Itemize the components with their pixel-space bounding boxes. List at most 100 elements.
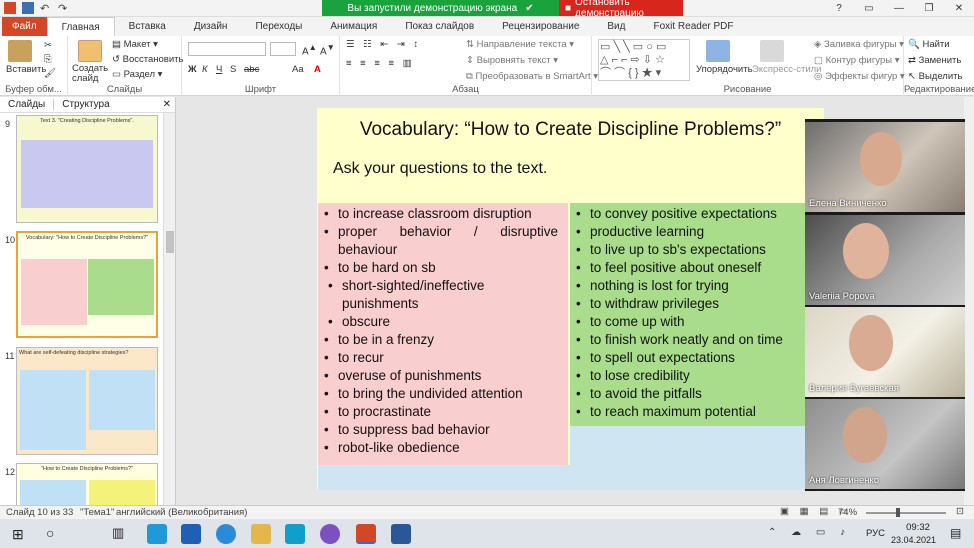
tab-insert[interactable]: Вставка xyxy=(115,17,180,36)
change-case-button[interactable]: Aa xyxy=(292,64,304,75)
skype-icon[interactable] xyxy=(147,524,167,544)
slide-thumbnail-9[interactable]: Text 3. "Creating Discipline Problems". xyxy=(16,115,158,223)
tray-icons[interactable]: ⌃ ☁ ▭ ♪ xyxy=(768,527,851,538)
help-icon[interactable]: ? xyxy=(824,0,854,17)
arrange-button[interactable]: Упорядочить xyxy=(696,64,753,75)
participant-tile[interactable]: Елена Виниченко xyxy=(805,122,965,212)
tab-file[interactable]: Файл xyxy=(2,17,47,36)
close-pane-icon[interactable]: ✕ xyxy=(155,99,175,110)
close-icon[interactable]: ✕ xyxy=(944,0,974,17)
slide-thumbnail-12[interactable]: "How to Create Discipline Problems?" xyxy=(16,463,158,505)
word-icon[interactable] xyxy=(391,524,411,544)
scrollbar-thumb[interactable] xyxy=(166,231,174,253)
current-slide[interactable]: Vocabulary: “How to Create Discipline Pr… xyxy=(317,108,824,490)
save-icon[interactable] xyxy=(22,2,34,14)
zoom-app-icon[interactable] xyxy=(181,524,201,544)
clock[interactable]: 09:32 xyxy=(900,522,936,533)
mail-icon[interactable] xyxy=(285,524,305,544)
clock-date: 23.04.2021 xyxy=(891,535,937,545)
layout-button[interactable]: ▤ Макет ▾ xyxy=(112,39,158,50)
input-language[interactable]: РУС xyxy=(866,528,885,539)
edge-icon[interactable] xyxy=(216,524,236,544)
minimize-icon[interactable]: — xyxy=(884,0,914,17)
search-icon[interactable]: ○ xyxy=(46,525,54,541)
zoom-level[interactable]: 74% xyxy=(838,507,857,518)
shadow-button[interactable]: S xyxy=(230,64,236,75)
select-button[interactable]: ↖ Выделить xyxy=(908,71,962,82)
italic-button[interactable]: К xyxy=(202,64,208,75)
ribbon: Вставить ✂ ⎘ 🖌 Буфер обм... Создать слай… xyxy=(0,36,974,96)
language-status[interactable]: английский (Великобритания) xyxy=(116,507,247,518)
restore-icon[interactable]: ❐ xyxy=(914,0,944,17)
tab-view[interactable]: Вид xyxy=(593,17,639,36)
new-slide-icon[interactable] xyxy=(78,40,102,62)
copy-icon[interactable]: ⎘ xyxy=(44,54,52,65)
new-slide-button[interactable]: Создать слайд xyxy=(72,64,108,84)
list-item-text: to suppress bad behavior xyxy=(338,422,490,437)
participant-tile[interactable]: Valeriia Popova xyxy=(805,215,965,305)
strikethrough-button[interactable]: abc xyxy=(244,64,259,75)
quick-styles-icon[interactable] xyxy=(760,40,784,62)
notification-icon[interactable]: ▤ xyxy=(950,526,961,540)
shapes-gallery[interactable]: ▭ ╲ ╲ ▭ ○ ▭ △ ⌐ ⌐ ⇨ ⇩ ☆ ⌒ ⌒ { } ★ ▾ xyxy=(598,39,690,81)
section-button[interactable]: ▭ Раздел ▾ xyxy=(112,69,162,80)
slide-subtitle[interactable]: Ask your questions to the text. xyxy=(333,160,547,178)
align-text-button[interactable]: ⇕ Выровнять текст ▾ xyxy=(466,55,558,66)
font-family-select[interactable] xyxy=(188,42,266,56)
left-vocab-list[interactable]: • to increase classroom disruption • prope… xyxy=(318,203,568,465)
zoom-slider-thumb[interactable] xyxy=(896,508,900,517)
tab-home[interactable]: Главная xyxy=(46,17,115,36)
shrink-font-icon[interactable]: A▼ xyxy=(320,42,335,57)
tab-review[interactable]: Рецензирование xyxy=(488,17,593,36)
replace-button[interactable]: ⇄ Заменить xyxy=(908,55,961,66)
tab-transitions[interactable]: Переходы xyxy=(241,17,316,36)
slide-thumbnail-10[interactable]: Vocabulary: "How to Create Discipline Pr… xyxy=(16,231,158,338)
participant-tile[interactable]: Аня Ловгиненко xyxy=(805,399,965,489)
find-button[interactable]: 🔍 Найти xyxy=(908,39,950,50)
tab-animation[interactable]: Анимация xyxy=(316,17,391,36)
windows-start-icon[interactable]: ⊞ xyxy=(12,526,24,543)
thumb-left-col xyxy=(20,480,86,505)
thumbnails-scrollbar[interactable] xyxy=(163,113,175,505)
format-painter-icon[interactable]: 🖌 xyxy=(44,68,56,79)
fit-slide-icon[interactable]: ⊡ xyxy=(956,506,964,517)
zoom-slider[interactable] xyxy=(866,512,946,514)
align-buttons-icon[interactable]: ≡ ≡ ≡ ≡ ▥ xyxy=(346,58,415,69)
right-vocab-list[interactable]: • to convey positive expectations • produc… xyxy=(570,203,824,426)
slide-thumbnail-11[interactable]: What are self-defeating discipline strat… xyxy=(16,347,158,455)
slide-title[interactable]: Vocabulary: “How to Create Discipline Pr… xyxy=(317,119,824,141)
list-buttons-icon[interactable]: ☰ ☷ ⇤ ⇥ ↕ xyxy=(346,39,421,50)
tab-slides-pane[interactable]: Слайды xyxy=(0,99,55,110)
text-direction-button[interactable]: ⇅ Направление текста ▾ xyxy=(466,39,574,50)
shape-outline-button[interactable]: ▢ Контур фигуры ▾ xyxy=(814,55,899,66)
powerpoint-taskbar-icon[interactable] xyxy=(356,524,376,544)
undo-icon[interactable]: ↶ xyxy=(40,2,52,15)
reset-button[interactable]: ↺ Восстановить xyxy=(112,54,183,65)
underline-button[interactable]: Ч xyxy=(216,64,222,75)
shape-fill-button[interactable]: ◈ Заливка фигуры ▾ xyxy=(814,39,904,50)
cut-icon[interactable]: ✂ xyxy=(44,40,52,51)
font-size-select[interactable] xyxy=(270,42,296,56)
viber-icon[interactable] xyxy=(320,524,340,544)
shape-effects-button[interactable]: ◎ Эффекты фигур ▾ xyxy=(814,71,905,82)
arrange-icon[interactable] xyxy=(706,40,730,62)
task-view-icon[interactable]: ▥ xyxy=(112,525,124,541)
editor-scrollbar[interactable] xyxy=(964,97,974,505)
tab-outline-pane[interactable]: Структура xyxy=(54,99,117,110)
participant-tile[interactable]: Валерия Бугаевская xyxy=(805,307,965,397)
redo-icon[interactable]: ↷ xyxy=(58,2,70,15)
font-color-icon[interactable]: A xyxy=(314,64,321,75)
quick-styles-button[interactable]: Экспресс-стили xyxy=(752,64,821,75)
ribbon-options-icon[interactable]: ▭ xyxy=(854,0,884,17)
screen-share-banner: Вы запустили демонстрацию экрана ✔ xyxy=(322,0,559,16)
tab-slideshow[interactable]: Показ слайдов xyxy=(391,17,488,36)
paste-button[interactable]: Вставить xyxy=(6,64,46,75)
file-explorer-icon[interactable] xyxy=(251,524,271,544)
bold-button[interactable]: Ж xyxy=(188,64,197,75)
stop-share-button[interactable]: ■ Остановить демонстрацию xyxy=(559,0,683,19)
smartart-button[interactable]: ⧉ Преобразовать в SmartArt ▾ xyxy=(466,71,598,82)
tab-design[interactable]: Дизайн xyxy=(180,17,242,36)
paste-icon[interactable] xyxy=(8,40,32,62)
grow-font-icon[interactable]: A▲ xyxy=(302,42,317,57)
tab-foxit[interactable]: Foxit Reader PDF xyxy=(639,17,747,36)
